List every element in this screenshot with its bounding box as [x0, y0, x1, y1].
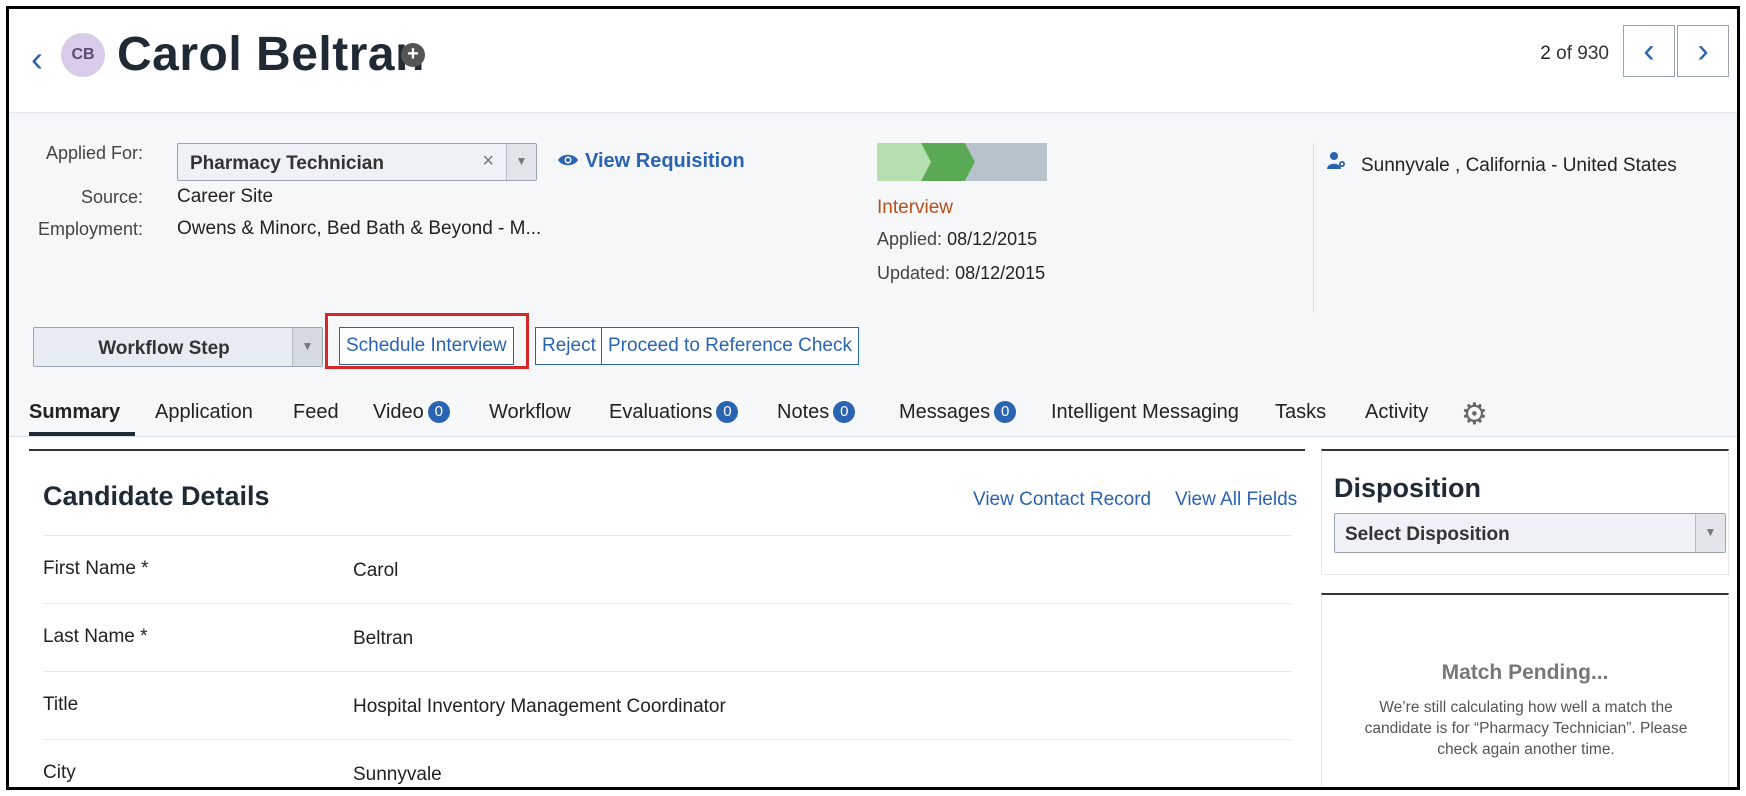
active-tab-indicator	[29, 432, 135, 436]
tab-intelligent-messaging[interactable]: Intelligent Messaging	[1051, 401, 1239, 424]
candidate-header: ‹ CB Carol Beltran + 2 of 930 ‹ ›	[9, 9, 1737, 113]
proceed-button[interactable]: Proceed to Reference Check	[601, 327, 859, 365]
field-value: Carol	[353, 560, 399, 581]
stage-applied	[877, 143, 931, 181]
status-label: Interview	[877, 197, 954, 218]
tab-tasks[interactable]: Tasks	[1275, 401, 1326, 424]
employment-label: Employment:	[37, 219, 143, 239]
workflow-step-select[interactable]: Workflow Step ▼	[33, 327, 323, 367]
updated-label: Updated:	[877, 263, 951, 283]
applied-date-row: Applied: 08/12/2015	[877, 229, 1037, 250]
field-label: City	[43, 762, 76, 783]
eye-icon	[558, 154, 578, 166]
vertical-divider	[1313, 143, 1314, 313]
pager-of: of	[1556, 43, 1573, 64]
pager-current: 2	[1540, 43, 1551, 64]
applied-label: Applied:	[877, 229, 943, 249]
avatar: CB	[61, 33, 105, 77]
disposition-placeholder: Select Disposition	[1345, 524, 1510, 545]
applied-for-select[interactable]: Pharmacy Technician × ▼	[177, 143, 537, 181]
source-value: Career Site	[177, 186, 274, 207]
stage-progress	[877, 143, 1047, 181]
applied-for-value: Pharmacy Technician	[190, 153, 384, 174]
previous-candidate-button[interactable]: ‹	[1623, 25, 1675, 77]
employment-value: Owens & Minorc, Bed Bath & Beyond - M...	[177, 218, 542, 239]
field-value: Sunnyvale	[353, 764, 442, 785]
tab-video[interactable]: Video 0	[373, 401, 450, 424]
application-info-panel: Applied For: Pharmacy Technician × ▼ Vie…	[9, 113, 1737, 389]
pager-total: 930	[1577, 43, 1609, 64]
next-candidate-button[interactable]: ›	[1677, 25, 1729, 77]
chevron-right-icon: ›	[1697, 31, 1709, 70]
match-panel: Match Pending... We’re still calculating…	[1321, 593, 1729, 787]
tab-summary[interactable]: Summary	[29, 401, 120, 424]
dropdown-caret-icon[interactable]: ▼	[506, 144, 536, 180]
card-title: Candidate Details	[43, 481, 270, 511]
workflow-step-label: Workflow Step	[98, 338, 230, 359]
updated-date: 08/12/2015	[955, 263, 1046, 283]
tab-evaluations[interactable]: Evaluations 0	[609, 401, 739, 424]
disposition-title: Disposition	[1334, 473, 1481, 503]
applied-date: 08/12/2015	[947, 229, 1038, 249]
tab-video-label: Video	[373, 401, 424, 423]
highlight-box	[325, 313, 529, 369]
view-requisition-link[interactable]: View Requisition	[557, 150, 745, 173]
app-frame: ‹ CB Carol Beltran + 2 of 930 ‹ › Applie…	[6, 6, 1740, 790]
disposition-panel: Disposition Select Disposition ▼	[1321, 449, 1729, 575]
messages-count-badge: 0	[994, 401, 1017, 423]
match-description: We’re still calculating how well a match…	[1364, 699, 1688, 758]
detail-row: Title Hospital Inventory Management Coor…	[43, 671, 1291, 739]
chevron-left-icon: ‹	[1643, 31, 1655, 70]
tab-messages[interactable]: Messages 0	[899, 401, 1017, 424]
field-label: Title	[43, 694, 79, 715]
location-text: Sunnyvale , California - United States	[1361, 155, 1677, 176]
applied-for-label: Applied For:	[45, 143, 143, 163]
tab-notes[interactable]: Notes 0	[777, 401, 856, 424]
match-title: Match Pending...	[1441, 661, 1609, 684]
field-label: First Name *	[43, 558, 149, 579]
disposition-select[interactable]: Select Disposition ▼	[1334, 513, 1726, 553]
person-location-icon	[1327, 152, 1345, 169]
tab-workflow[interactable]: Workflow	[489, 401, 571, 424]
location: Sunnyvale , California - United States	[1327, 151, 1677, 177]
tab-feed[interactable]: Feed	[293, 401, 339, 424]
tab-evaluations-label: Evaluations	[609, 401, 713, 423]
gear-icon[interactable]: ⚙	[1461, 397, 1488, 432]
pager: 2 of 930	[1540, 43, 1609, 65]
detail-row: Last Name * Beltran	[43, 603, 1291, 671]
view-contact-record-link[interactable]: View Contact Record	[973, 489, 1151, 511]
view-all-fields-link[interactable]: View All Fields	[1175, 489, 1297, 511]
tab-activity[interactable]: Activity	[1365, 401, 1428, 424]
reject-button[interactable]: Reject	[535, 327, 603, 365]
back-chevron-icon[interactable]: ‹	[31, 39, 43, 79]
dropdown-caret-icon[interactable]: ▼	[292, 328, 322, 366]
add-icon[interactable]: +	[401, 43, 425, 67]
updated-date-row: Updated: 08/12/2015	[877, 263, 1045, 284]
field-label: Last Name *	[43, 626, 148, 647]
detail-row: First Name * Carol	[43, 535, 1291, 603]
dropdown-caret-icon[interactable]: ▼	[1695, 514, 1725, 552]
tab-messages-label: Messages	[899, 401, 991, 423]
candidate-name: Carol Beltran	[117, 28, 425, 81]
notes-count-badge: 0	[833, 401, 856, 423]
evaluations-count-badge: 0	[716, 401, 739, 423]
clear-icon[interactable]: ×	[482, 150, 494, 173]
candidate-details-card: Candidate Details View Contact Record Vi…	[29, 449, 1305, 787]
view-requisition-label: View Requisition	[585, 150, 745, 172]
detail-row: City Sunnyvale	[43, 739, 1291, 787]
field-value: Hospital Inventory Management Coordinato…	[353, 696, 726, 717]
tab-application[interactable]: Application	[155, 401, 253, 424]
video-count-badge: 0	[427, 401, 450, 423]
source-label: Source:	[80, 187, 143, 207]
tab-notes-label: Notes	[777, 401, 830, 423]
field-value: Beltran	[353, 628, 414, 649]
